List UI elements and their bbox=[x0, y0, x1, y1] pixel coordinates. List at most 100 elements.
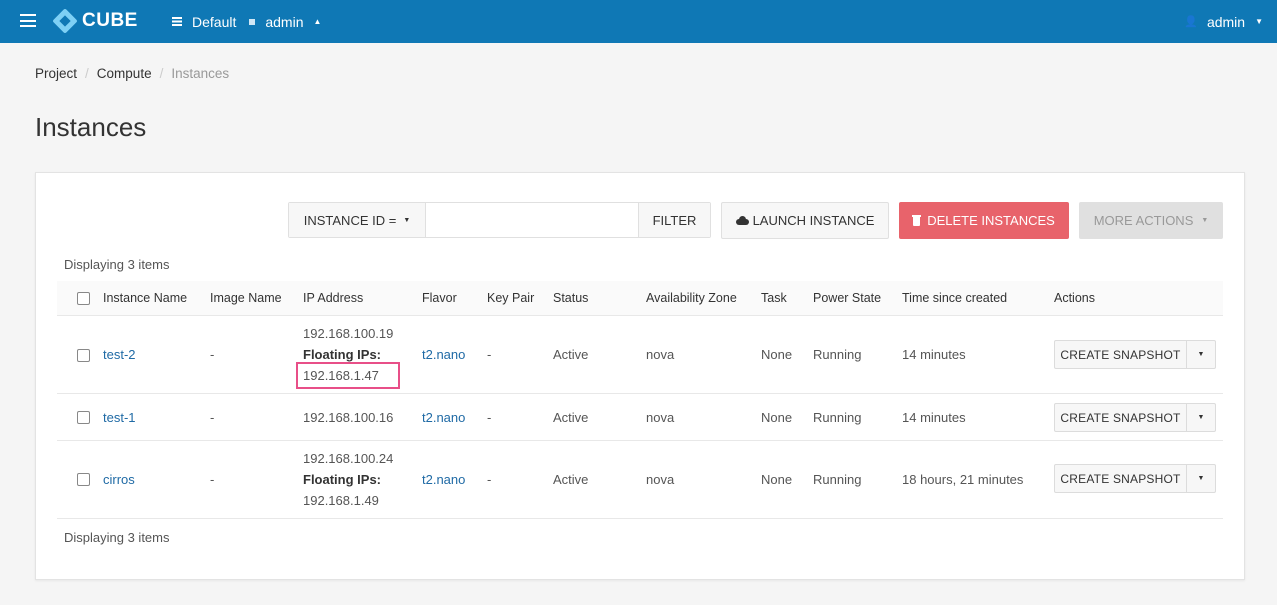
caret-up-icon: ▲ bbox=[313, 17, 322, 26]
breadcrumb-separator: / bbox=[85, 66, 89, 81]
select-all-checkbox[interactable] bbox=[77, 292, 90, 305]
row-actions: CREATE SNAPSHOT ▼ bbox=[1054, 403, 1216, 432]
filter-input[interactable] bbox=[426, 203, 638, 237]
key-pair: - bbox=[487, 347, 492, 362]
project-name: admin bbox=[265, 13, 304, 30]
brand-name: CUBE bbox=[82, 10, 138, 31]
key-pair: - bbox=[487, 472, 492, 487]
list-icon bbox=[172, 17, 182, 26]
row-checkbox[interactable] bbox=[77, 349, 90, 362]
create-snapshot-button[interactable]: CREATE SNAPSHOT bbox=[1055, 465, 1186, 492]
menu-icon[interactable] bbox=[20, 14, 36, 27]
caret-down-icon: ▼ bbox=[1201, 217, 1209, 224]
row-actions-dropdown[interactable]: ▼ bbox=[1186, 341, 1215, 368]
breadcrumb-instances: Instances bbox=[171, 66, 230, 81]
row-actions: CREATE SNAPSHOT ▼ bbox=[1054, 464, 1216, 493]
domain-name: Default bbox=[192, 13, 237, 30]
caret-down-icon: ▼ bbox=[1255, 17, 1263, 26]
column-header[interactable]: Image Name bbox=[210, 291, 282, 305]
filter-button[interactable]: FILTER bbox=[638, 203, 710, 237]
cube-logo-icon bbox=[52, 8, 78, 34]
column-header[interactable]: Instance Name bbox=[103, 291, 187, 305]
power-state: Running bbox=[813, 347, 862, 362]
ip-address: 192.168.100.19 bbox=[303, 326, 394, 341]
availability-zone: nova bbox=[646, 347, 675, 362]
floating-ip: 192.168.1.49 bbox=[303, 493, 379, 508]
status: Active bbox=[553, 410, 589, 425]
instance-name-link[interactable]: test-1 bbox=[103, 410, 136, 425]
highlight-box bbox=[296, 362, 400, 389]
page-title: Instances bbox=[35, 112, 147, 142]
column-header[interactable]: Power State bbox=[813, 291, 881, 305]
task: None bbox=[761, 347, 793, 362]
delete-instances-button[interactable]: DELETE INSTANCES bbox=[899, 202, 1069, 239]
time-since-created: 14 minutes bbox=[902, 410, 966, 425]
availability-zone: nova bbox=[646, 472, 675, 487]
create-snapshot-button[interactable]: CREATE SNAPSHOT bbox=[1055, 404, 1186, 431]
column-header[interactable]: Status bbox=[553, 291, 588, 305]
flavor-link[interactable]: t2.nano bbox=[422, 347, 465, 362]
task: None bbox=[761, 472, 793, 487]
time-since-created: 18 hours, 21 minutes bbox=[902, 472, 1024, 487]
table-row: test-2 - 192.168.100.19 Floating IPs: 19… bbox=[57, 316, 1223, 394]
user-name: admin bbox=[1206, 13, 1246, 30]
floating-ips-label: Floating IPs: bbox=[303, 472, 381, 487]
instance-name-link[interactable]: test-2 bbox=[103, 347, 136, 362]
table-row: test-1 - 192.168.100.16 t2.nano - Active… bbox=[57, 394, 1223, 441]
row-actions-dropdown[interactable]: ▼ bbox=[1186, 465, 1215, 492]
availability-zone: nova bbox=[646, 410, 675, 425]
time-since-created: 14 minutes bbox=[902, 347, 966, 362]
caret-down-icon: ▼ bbox=[403, 216, 411, 224]
cloud-upload-icon bbox=[735, 216, 749, 225]
launch-instance-button[interactable]: LAUNCH INSTANCE bbox=[721, 202, 889, 239]
image-name: - bbox=[210, 472, 215, 487]
status: Active bbox=[553, 472, 589, 487]
image-name: - bbox=[210, 347, 215, 362]
breadcrumb-project[interactable]: Project bbox=[35, 66, 77, 81]
filter-field-label: INSTANCE ID = bbox=[303, 212, 397, 228]
column-header[interactable]: Flavor bbox=[422, 291, 457, 305]
ip-address: 192.168.100.16 bbox=[303, 410, 394, 425]
task: None bbox=[761, 410, 793, 425]
status: Active bbox=[553, 347, 589, 362]
row-actions: CREATE SNAPSHOT ▼ bbox=[1054, 340, 1216, 369]
breadcrumb: Project / Compute / Instances bbox=[35, 66, 229, 81]
create-snapshot-button[interactable]: CREATE SNAPSHOT bbox=[1055, 341, 1186, 368]
item-count-bottom: Displaying 3 items bbox=[64, 530, 170, 545]
brand-logo[interactable]: CUBE bbox=[52, 8, 138, 34]
top-navbar: CUBE Default admin ▲ 👤 admin ▼ bbox=[0, 0, 1277, 43]
table-header: Instance Name Image Name IP Address Flav… bbox=[57, 281, 1223, 316]
breadcrumb-compute[interactable]: Compute bbox=[97, 66, 152, 81]
item-count-top: Displaying 3 items bbox=[64, 257, 170, 272]
image-name: - bbox=[210, 410, 215, 425]
filter-group: INSTANCE ID = ▼ FILTER bbox=[288, 202, 711, 238]
user-menu[interactable]: 👤 admin ▼ bbox=[1184, 0, 1263, 43]
table-row: cirros - 192.168.100.24 Floating IPs: 19… bbox=[57, 441, 1223, 519]
column-header[interactable]: IP Address bbox=[303, 291, 363, 305]
power-state: Running bbox=[813, 472, 862, 487]
column-header[interactable]: Availability Zone bbox=[646, 291, 737, 305]
ip-address: 192.168.100.24 bbox=[303, 451, 394, 466]
instances-panel: INSTANCE ID = ▼ FILTER LAUNCH INSTANCE D… bbox=[35, 172, 1245, 580]
user-icon: 👤 bbox=[1184, 16, 1198, 28]
key-pair: - bbox=[487, 410, 492, 425]
column-header[interactable]: Key Pair bbox=[487, 291, 534, 305]
column-header: Actions bbox=[1054, 291, 1095, 305]
delete-instances-label: DELETE INSTANCES bbox=[927, 213, 1055, 228]
row-checkbox[interactable] bbox=[77, 473, 90, 486]
trash-icon bbox=[912, 215, 922, 226]
filter-field-select[interactable]: INSTANCE ID = ▼ bbox=[289, 203, 426, 237]
instance-name-link[interactable]: cirros bbox=[103, 472, 135, 487]
more-actions-button[interactable]: MORE ACTIONS ▼ bbox=[1079, 202, 1223, 239]
row-checkbox[interactable] bbox=[77, 411, 90, 424]
flavor-link[interactable]: t2.nano bbox=[422, 472, 465, 487]
flavor-link[interactable]: t2.nano bbox=[422, 410, 465, 425]
row-actions-dropdown[interactable]: ▼ bbox=[1186, 404, 1215, 431]
column-header[interactable]: Time since created bbox=[902, 291, 1007, 305]
more-actions-label: MORE ACTIONS bbox=[1093, 213, 1194, 228]
project-selector[interactable]: Default admin ▲ bbox=[172, 0, 321, 43]
breadcrumb-separator: / bbox=[159, 66, 164, 81]
power-state: Running bbox=[813, 410, 862, 425]
column-header[interactable]: Task bbox=[761, 291, 787, 305]
launch-instance-label: LAUNCH INSTANCE bbox=[752, 213, 875, 228]
